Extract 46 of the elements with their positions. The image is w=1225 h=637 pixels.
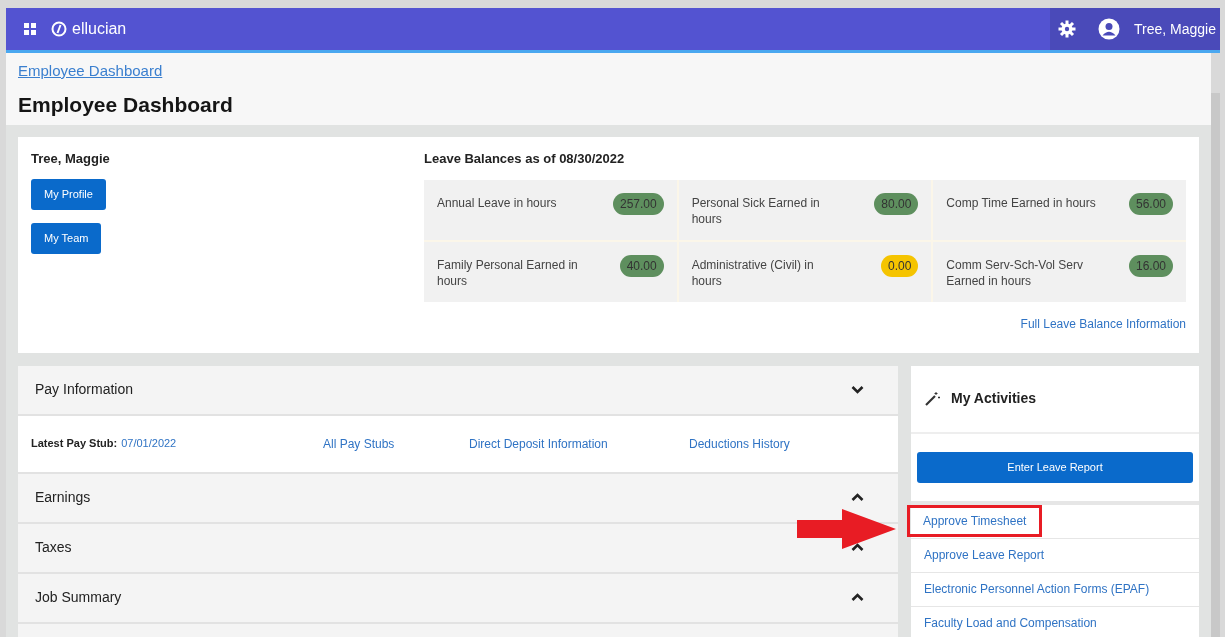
chevron-up-icon[interactable] bbox=[851, 593, 864, 602]
profile-button[interactable]: My Team bbox=[31, 223, 102, 254]
pay-stub-date-link[interactable]: 07/01/2022 bbox=[121, 435, 177, 452]
section-header[interactable]: Job Summary bbox=[18, 573, 898, 624]
leave-label: Family Personal Earned in hours bbox=[437, 257, 579, 289]
activity-link[interactable]: Electronic Personnel Action Forms (EPAF) bbox=[911, 580, 1163, 598]
section-title: Taxes bbox=[35, 538, 72, 557]
leave-label: Annual Leave in hours bbox=[437, 195, 558, 211]
pay-link[interactable]: Deductions History bbox=[689, 434, 849, 453]
balance-badge: 0.00 bbox=[880, 255, 919, 277]
balance-badge: 80.00 bbox=[874, 193, 919, 215]
leave-balance-link[interactable]: Full Leave Balance Information bbox=[1020, 315, 1186, 333]
avatar-icon[interactable] bbox=[1098, 18, 1121, 40]
profile-button[interactable]: My Profile bbox=[31, 179, 106, 210]
enter-leave-report-button[interactable]: Enter Leave Report bbox=[917, 451, 1193, 483]
logo-icon bbox=[51, 21, 67, 37]
activity-link[interactable]: Approve Timesheet bbox=[907, 505, 1043, 537]
pay-link[interactable]: Direct Deposit Information bbox=[469, 434, 689, 453]
leave-label: Comm Serv-Sch-Vol Serv Earned in hours bbox=[946, 257, 1085, 289]
section-title: Leave Balances as of 08/30/2022 bbox=[424, 149, 626, 168]
breadcrumb-link[interactable]: Employee Dashboard bbox=[18, 62, 163, 79]
balance-badge: 257.00 bbox=[612, 193, 664, 215]
balance-badge: 56.00 bbox=[1128, 193, 1173, 215]
section-title: Job Summary bbox=[35, 588, 122, 607]
magic-wand-icon bbox=[925, 391, 940, 406]
page-title: Employee Dashboard bbox=[18, 92, 234, 118]
scrollbar[interactable] bbox=[1211, 93, 1220, 637]
chevron-up-icon[interactable] bbox=[851, 543, 864, 552]
balance-badge: 16.00 bbox=[1128, 255, 1173, 277]
activity-link[interactable]: Approve Leave Report bbox=[911, 546, 1058, 564]
apps-icon[interactable] bbox=[24, 23, 36, 35]
pay-link[interactable]: All Pay Stubs bbox=[323, 434, 469, 453]
settings-icon[interactable] bbox=[1058, 20, 1077, 38]
balance-badge: 40.00 bbox=[619, 255, 664, 277]
section-title: Pay Information bbox=[35, 380, 134, 399]
leave-label: Administrative (Civil) in hours bbox=[691, 257, 815, 289]
user-name: Tree, Maggie bbox=[31, 149, 111, 168]
leave-label: Comp Time Earned in hours bbox=[946, 195, 1097, 211]
chevron-up-icon[interactable] bbox=[851, 493, 864, 502]
activity-link[interactable]: Faculty Load and Compensation bbox=[911, 614, 1110, 632]
logo-text: ellucian bbox=[72, 19, 127, 39]
section-title: Earnings bbox=[35, 488, 91, 507]
leave-label: Personal Sick Earned in hours bbox=[691, 195, 821, 227]
chevron-down-icon[interactable] bbox=[851, 385, 864, 394]
pay-stub-label: Latest Pay Stub: bbox=[31, 436, 118, 452]
panel-title: My Activities bbox=[951, 389, 1037, 408]
